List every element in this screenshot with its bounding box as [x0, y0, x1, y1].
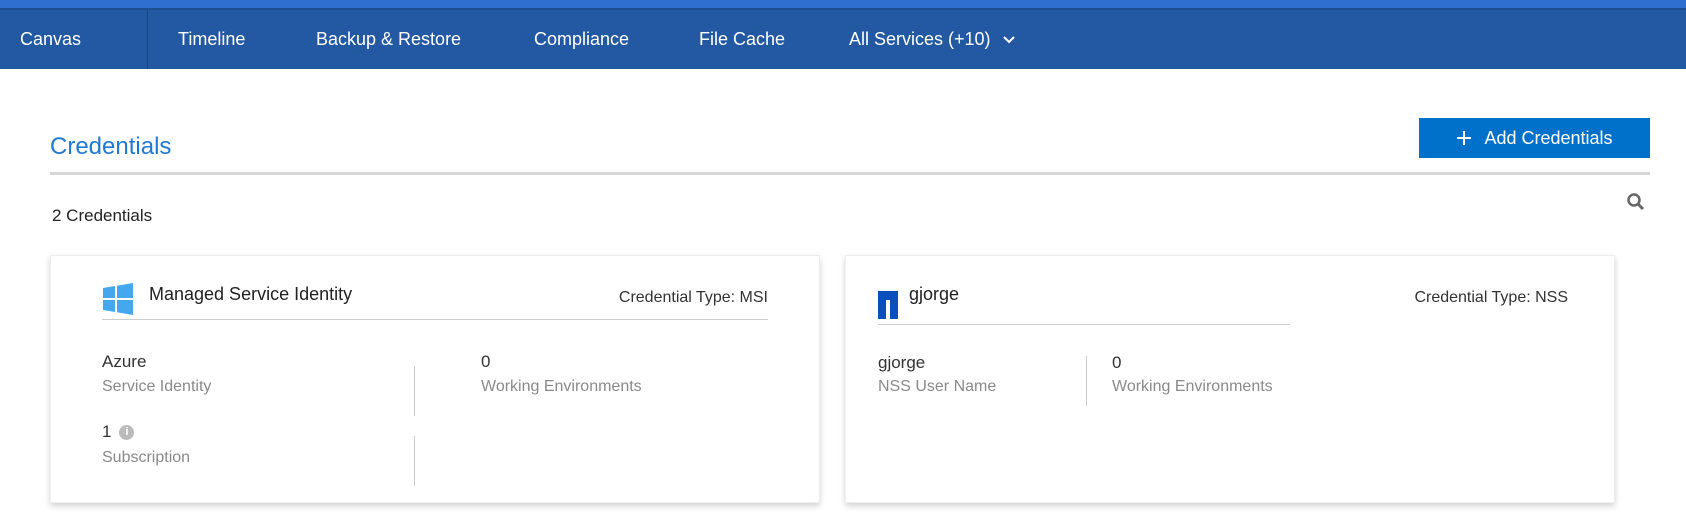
add-credentials-label: Add Credentials	[1484, 127, 1613, 148]
credential-type: Credential Type: NSS	[1414, 289, 1568, 306]
subscription-value: 1i	[102, 422, 135, 442]
netapp-icon	[878, 291, 898, 319]
windows-icon	[103, 283, 133, 315]
card-divider	[102, 319, 768, 320]
column-divider	[414, 366, 415, 416]
nav-timeline[interactable]: Timeline	[178, 10, 245, 69]
service-identity-label: Service Identity	[102, 378, 212, 395]
service-identity-value: Azure	[102, 352, 147, 371]
nav-all-services-label: All Services (+10)	[849, 29, 991, 49]
top-nav: Canvas Timeline Backup & Restore Complia…	[0, 8, 1686, 69]
nav-all-services[interactable]: All Services (+10)	[849, 10, 1016, 69]
credential-name: gjorge	[909, 284, 960, 304]
subscription-count: 1	[102, 422, 112, 441]
credential-card[interactable]: gjorge Credential Type: NSS gjorge NSS U…	[845, 255, 1615, 503]
working-environments-value: 0	[481, 352, 491, 371]
nav-divider	[147, 10, 148, 69]
subscription-label: Subscription	[102, 449, 191, 466]
card-divider	[878, 324, 1290, 325]
chevron-down-icon	[1002, 36, 1015, 44]
plus-icon	[1457, 131, 1472, 145]
page-title: Credentials	[50, 133, 172, 160]
add-credentials-button[interactable]: Add Credentials	[1419, 118, 1650, 158]
nav-backup-restore[interactable]: Backup & Restore	[316, 10, 461, 69]
search-icon[interactable]	[1626, 192, 1646, 212]
credentials-count: 2 Credentials	[52, 206, 153, 225]
credential-type: Credential Type: MSI	[618, 289, 768, 306]
nav-canvas[interactable]: Canvas	[20, 10, 81, 69]
nav-file-cache[interactable]: File Cache	[699, 10, 785, 69]
nav-compliance[interactable]: Compliance	[534, 10, 629, 69]
working-environments-label: Working Environments	[1112, 378, 1273, 395]
info-icon[interactable]: i	[119, 425, 135, 440]
column-divider	[414, 436, 415, 486]
working-environments-value: 0	[1112, 353, 1122, 372]
top-strip	[0, 0, 1686, 8]
column-divider	[1086, 356, 1087, 406]
credential-name: Managed Service Identity	[149, 284, 353, 304]
nss-username-label: NSS User Name	[878, 378, 997, 395]
title-divider	[50, 172, 1650, 175]
nss-username-value: gjorge	[878, 353, 926, 372]
credential-card[interactable]: Managed Service Identity Credential Type…	[50, 255, 820, 503]
working-environments-label: Working Environments	[481, 378, 642, 395]
